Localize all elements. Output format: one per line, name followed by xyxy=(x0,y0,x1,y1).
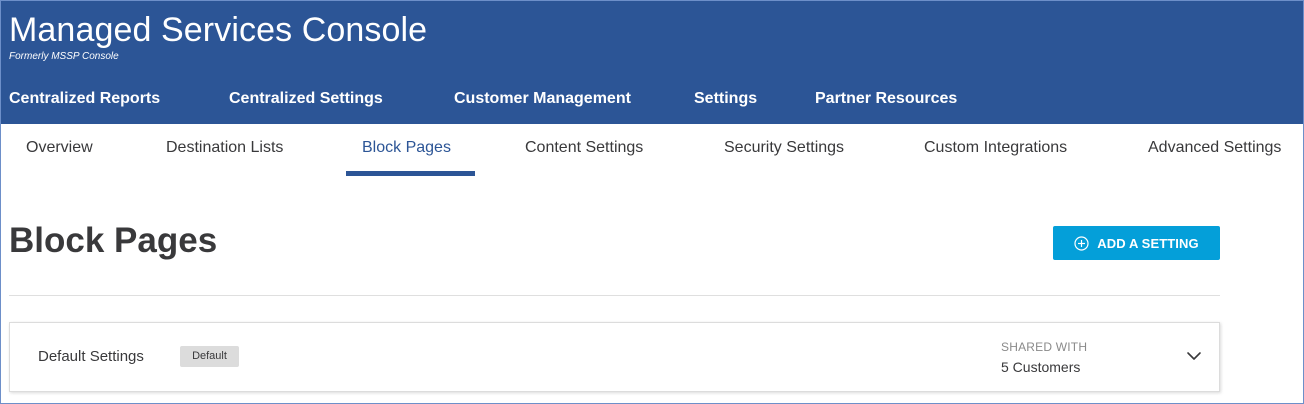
section-divider xyxy=(9,295,1220,296)
topnav-partner-resources[interactable]: Partner Resources xyxy=(815,89,957,109)
default-badge: Default xyxy=(180,346,239,367)
shared-with-count: 5 Customers xyxy=(1001,359,1081,375)
tab-destination-lists[interactable]: Destination Lists xyxy=(166,138,283,158)
chevron-down-icon[interactable] xyxy=(1185,347,1203,365)
tab-custom-integrations[interactable]: Custom Integrations xyxy=(924,138,1067,158)
tab-security-settings[interactable]: Security Settings xyxy=(724,138,844,158)
topnav-customer-management[interactable]: Customer Management xyxy=(454,89,631,109)
app-header: Managed Services Console Formerly MSSP C… xyxy=(1,1,1303,124)
topnav-centralized-settings[interactable]: Centralized Settings xyxy=(229,89,383,109)
topnav-settings[interactable]: Settings xyxy=(694,89,757,109)
active-tab-indicator xyxy=(346,171,475,176)
add-setting-label: ADD A SETTING xyxy=(1097,235,1199,251)
page-title: Block Pages xyxy=(9,221,218,260)
add-setting-button[interactable]: ADD A SETTING xyxy=(1053,226,1220,260)
app-window: Managed Services Console Formerly MSSP C… xyxy=(0,0,1304,404)
tab-content-settings[interactable]: Content Settings xyxy=(525,138,643,158)
setting-name: Default Settings xyxy=(38,348,144,365)
plus-circle-icon xyxy=(1074,235,1089,251)
tab-overview[interactable]: Overview xyxy=(26,138,93,158)
tab-block-pages[interactable]: Block Pages xyxy=(362,138,451,158)
setting-row-default[interactable]: Default Settings Default SHARED WITH 5 C… xyxy=(9,322,1220,392)
app-subtitle: Formerly MSSP Console xyxy=(9,51,119,62)
shared-with-label: SHARED WITH xyxy=(1001,340,1088,354)
settings-subnav: Overview Destination Lists Block Pages C… xyxy=(1,124,1303,179)
app-title: Managed Services Console xyxy=(9,11,428,49)
topnav-centralized-reports[interactable]: Centralized Reports xyxy=(9,89,160,109)
tab-advanced-settings[interactable]: Advanced Settings xyxy=(1148,138,1281,158)
